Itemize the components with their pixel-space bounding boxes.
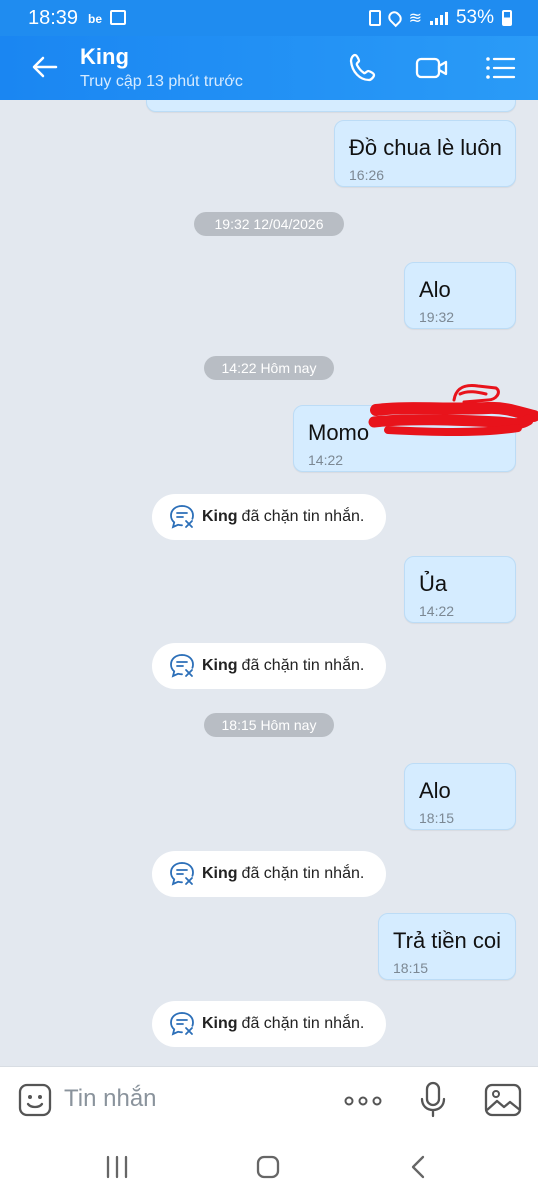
more-options-icon[interactable] <box>344 1091 382 1111</box>
notice-text: đã chặn tin nhắn. <box>241 1015 365 1032</box>
menu-list-icon[interactable] <box>482 50 518 86</box>
notice-contact-name: King <box>202 508 238 525</box>
image-gallery-icon[interactable] <box>484 1083 522 1117</box>
message-bubble[interactable]: Đồ chua lè luôn 16:26 <box>334 120 516 187</box>
date-separator: 14:22 Hôm nay <box>204 356 334 380</box>
message-time: 18:15 <box>419 810 455 826</box>
blocked-chat-icon <box>170 505 194 529</box>
gallery-notification-icon <box>110 10 126 25</box>
message-bubble[interactable]: Trả tiền coi 18:15 <box>378 913 516 980</box>
microphone-icon[interactable] <box>418 1081 448 1119</box>
wifi-icon: ≋ <box>408 10 422 27</box>
status-time: 18:39 <box>28 7 79 29</box>
last-seen-status: Truy cập 13 phút trước <box>80 73 243 90</box>
video-call-icon[interactable] <box>414 50 450 86</box>
sticker-icon[interactable] <box>18 1083 52 1117</box>
be-app-icon: be <box>88 12 103 26</box>
message-time: 14:22 <box>419 603 455 619</box>
message-input[interactable]: Tin nhắn <box>64 1085 157 1113</box>
blocked-notice: King đã chặn tin nhắn. <box>152 494 386 540</box>
message-bubble[interactable]: Alo 18:15 <box>404 763 516 830</box>
message-text: Alo <box>419 778 451 803</box>
voice-call-icon[interactable] <box>346 50 382 86</box>
contact-name[interactable]: King <box>80 44 129 70</box>
date-separator: 18:15 Hôm nay <box>204 713 334 737</box>
battery-icon <box>502 10 512 26</box>
screenshot-icon <box>368 10 381 26</box>
message-text: Trả tiền coi <box>393 928 502 953</box>
blocked-notice: King đã chặn tin nhắn. <box>152 851 386 897</box>
message-text: Ủa <box>419 571 448 596</box>
blocked-notice: King đã chặn tin nhắn. <box>152 1001 386 1047</box>
notice-text: đã chặn tin nhắn. <box>241 865 365 882</box>
chat-messages[interactable]: Đồ chua lè luôn 16:26 19:32 12/04/2026 A… <box>0 100 538 1066</box>
message-composer: Tin nhắn <box>0 1066 538 1134</box>
date-separator: 19:32 12/04/2026 <box>194 212 344 236</box>
home-icon[interactable] <box>253 1154 283 1180</box>
recent-apps-icon[interactable] <box>102 1154 132 1180</box>
message-time: 19:32 <box>419 309 455 325</box>
message-text: Đồ chua lè luôn <box>349 135 502 160</box>
back-nav-icon[interactable] <box>404 1154 434 1180</box>
blocked-notice: King đã chặn tin nhắn. <box>152 643 386 689</box>
status-bar: 18:39 be ≋ 53% <box>0 0 538 36</box>
blocked-chat-icon <box>170 1012 194 1036</box>
message-text: Momo <box>308 420 370 445</box>
location-icon <box>385 8 404 28</box>
message-time: 14:22 <box>308 452 344 468</box>
message-bubble[interactable]: Ủa 14:22 <box>404 556 516 623</box>
notice-contact-name: King <box>202 1015 238 1032</box>
status-icons: ≋ 53% <box>368 7 512 29</box>
battery-percent: 53% <box>455 7 494 28</box>
notice-contact-name: King <box>202 865 238 882</box>
back-arrow-icon[interactable] <box>28 50 62 84</box>
notice-text: đã chặn tin nhắn. <box>241 508 365 525</box>
message-time: 16:26 <box>349 167 385 183</box>
red-redaction-scribble <box>368 384 538 436</box>
system-nav-bar <box>0 1134 538 1200</box>
message-time: 18:15 <box>393 960 429 976</box>
blocked-chat-icon <box>170 654 194 678</box>
message-text: Alo <box>419 277 451 302</box>
notice-contact-name: King <box>202 657 238 674</box>
notice-text: đã chặn tin nhắn. <box>241 657 365 674</box>
chat-header: King Truy cập 13 phút trước <box>0 36 538 100</box>
blocked-chat-icon <box>170 862 194 886</box>
message-bubble-partial[interactable] <box>146 100 516 112</box>
message-bubble[interactable]: Alo 19:32 <box>404 262 516 329</box>
signal-icon <box>429 11 448 25</box>
